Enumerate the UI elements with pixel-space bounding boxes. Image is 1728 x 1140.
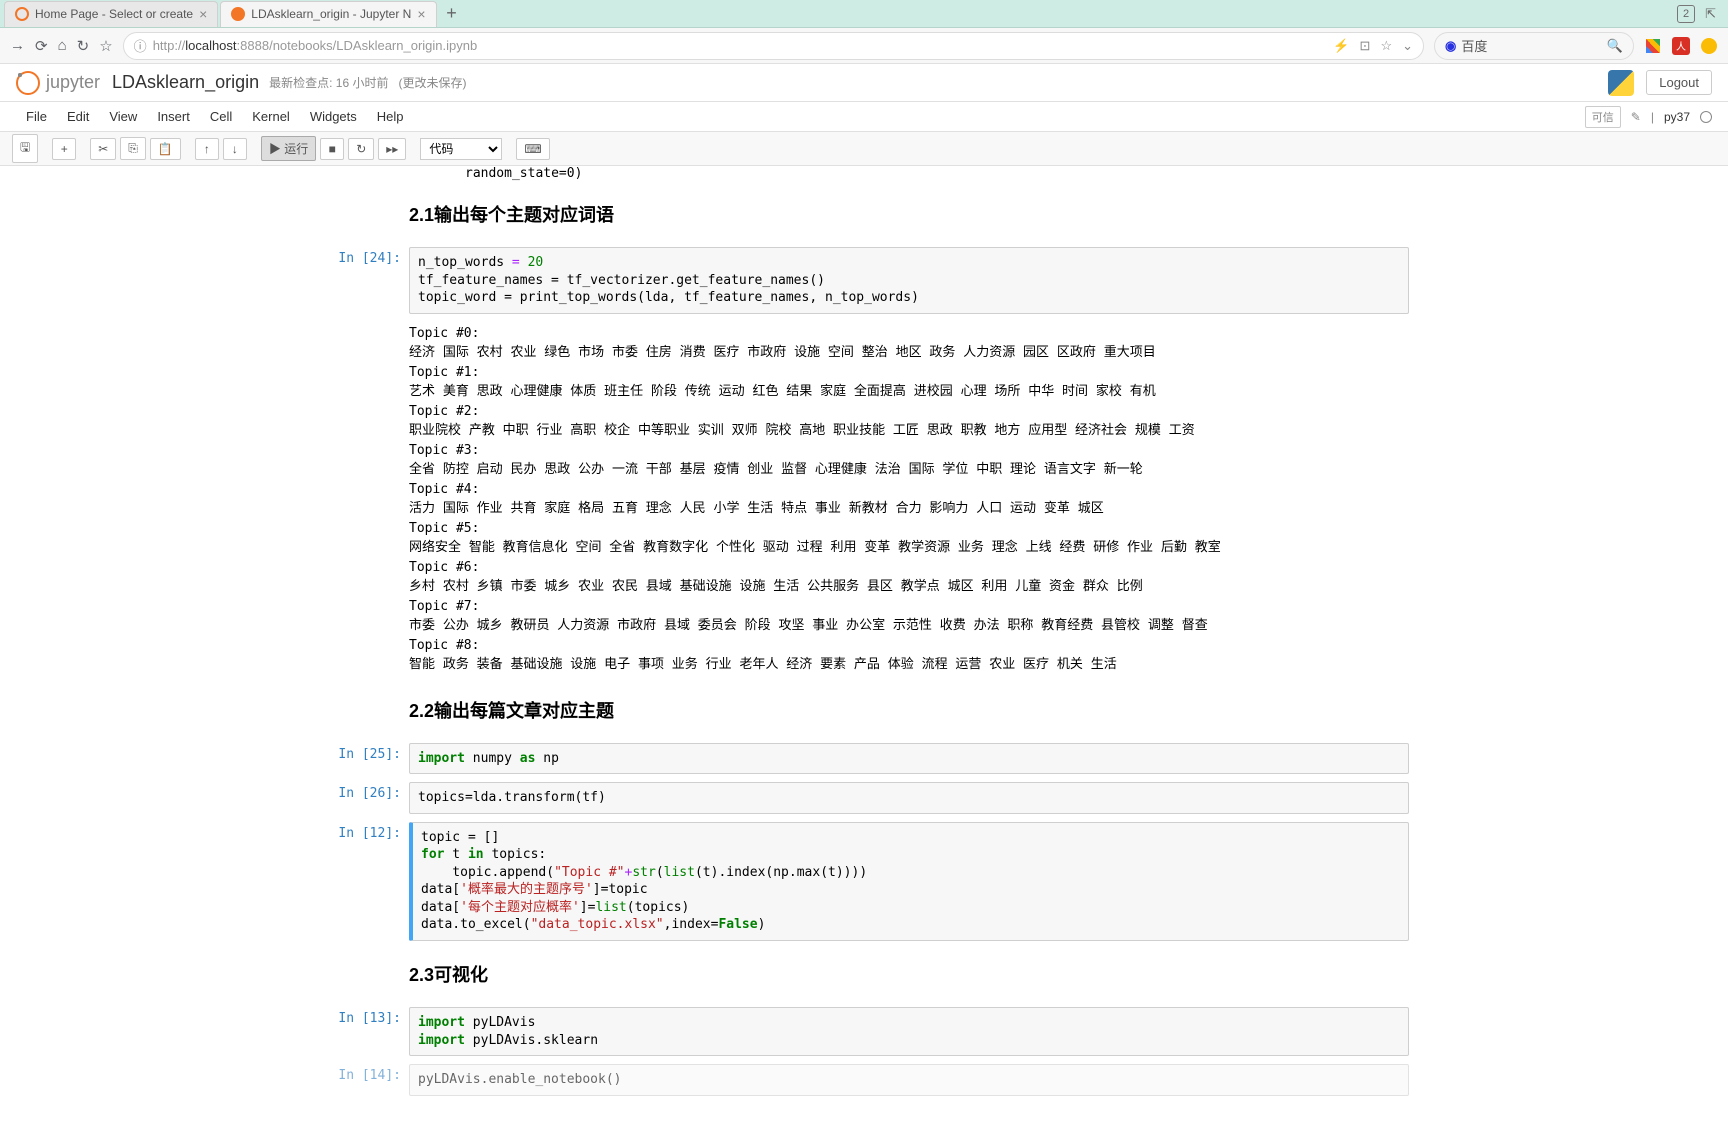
code-cell-24[interactable]: In [24]: n_top_words = 20 tf_feature_nam… [319, 243, 1409, 318]
jupyter-header: jupyter LDAsklearn_origin 最新检查点: 16 小时前 … [0, 64, 1728, 102]
toolbar: 🖫 + ✂ ⎘ 📋 ↑ ↓ ▶ 运行 ■ ↻ ▸▸ 代码 ⌨ [0, 132, 1728, 166]
menu-file[interactable]: File [16, 109, 57, 124]
ext-icon-1[interactable]: 人 [1672, 37, 1690, 55]
checkpoint-text: 最新检查点: 16 小时前 [269, 74, 388, 91]
heading-2-1: 2.1输出每个主题对应词语 [409, 201, 1409, 227]
command-palette-button[interactable]: ⌨ [516, 138, 549, 160]
notebook-favicon [231, 7, 245, 21]
jupyter-logo-text: jupyter [46, 72, 100, 93]
search-icon[interactable]: 🔍 [1607, 38, 1623, 54]
code-input[interactable]: topic = [] for t in topics: topic.append… [409, 822, 1409, 941]
browser-tab-notebook[interactable]: LDAsklearn_origin - Jupyter N × [220, 1, 436, 27]
code-cell-26[interactable]: In [26]: topics=lda.transform(tf) [319, 778, 1409, 818]
search-engine-box[interactable]: ◉ 百度 🔍 [1434, 32, 1634, 60]
celltype-select[interactable]: 代码 [420, 138, 502, 160]
menu-edit[interactable]: Edit [57, 109, 99, 124]
tab-title: Home Page - Select or create [35, 7, 193, 21]
menu-view[interactable]: View [99, 109, 147, 124]
input-prompt: In [24]: [319, 247, 409, 314]
star-icon[interactable]: ☆ [99, 37, 112, 55]
kernel-status-icon [1700, 111, 1712, 123]
url-text: http://localhost:8888/notebooks/LDAsklea… [153, 38, 478, 53]
bookmark-icon[interactable]: ☆ [1380, 38, 1392, 54]
cut-button[interactable]: ✂ [90, 138, 116, 160]
pin-icon[interactable]: ⇱ [1705, 6, 1716, 22]
flash-icon[interactable]: ⚡ [1333, 38, 1349, 54]
code-input[interactable]: import pyLDAvis import pyLDAvis.sklearn [409, 1007, 1409, 1056]
move-up-button[interactable]: ↑ [195, 138, 219, 160]
code-input[interactable]: topics=lda.transform(tf) [409, 782, 1409, 814]
cell-output-24: Topic #0: 经济 国际 农村 农业 绿色 市场 市委 住房 消费 医疗 … [319, 318, 1409, 681]
paste-button[interactable]: 📋 [150, 138, 181, 160]
code-fragment: random_state=0) [319, 166, 1409, 185]
markdown-cell[interactable]: 2.2输出每篇文章对应主题 [319, 681, 1409, 739]
code-input[interactable]: n_top_words = 20 tf_feature_names = tf_v… [409, 247, 1409, 314]
save-button[interactable]: 🖫 [12, 134, 38, 163]
heading-2-2: 2.2输出每篇文章对应主题 [409, 697, 1409, 723]
tab-counter[interactable]: 2 [1677, 5, 1695, 23]
add-cell-button[interactable]: + [52, 138, 76, 160]
browser-tab-home[interactable]: Home Page - Select or create × [4, 1, 218, 27]
search-engine-label: 百度 [1461, 36, 1487, 55]
pencil-icon[interactable]: ✎ [1631, 110, 1641, 124]
apps-icon[interactable] [1644, 37, 1662, 55]
code-cell-12[interactable]: In [12]: topic = [] for t in topics: top… [319, 818, 1409, 945]
info-icon[interactable]: ⓘ [134, 36, 147, 55]
markdown-cell[interactable]: 2.1输出每个主题对应词语 [319, 185, 1409, 243]
ext-icon-2[interactable] [1700, 37, 1718, 55]
close-icon[interactable]: × [417, 6, 425, 22]
menu-kernel[interactable]: Kernel [242, 109, 300, 124]
reader-icon[interactable]: ↻ [77, 37, 90, 55]
menu-insert[interactable]: Insert [147, 109, 200, 124]
run-button[interactable]: ▶ 运行 [261, 136, 316, 161]
menu-help[interactable]: Help [367, 109, 414, 124]
heading-2-3: 2.3可视化 [409, 961, 1409, 987]
code-cell-25[interactable]: In [25]: import numpy as np [319, 739, 1409, 779]
move-down-button[interactable]: ↓ [223, 138, 247, 160]
browser-tab-strip: Home Page - Select or create × LDAsklear… [0, 0, 1728, 28]
restart-button[interactable]: ↻ [348, 138, 374, 160]
markdown-cell[interactable]: 2.3可视化 [319, 945, 1409, 1003]
tab-title: LDAsklearn_origin - Jupyter N [251, 7, 411, 21]
restart-run-button[interactable]: ▸▸ [378, 138, 406, 160]
input-prompt: In [12]: [319, 822, 409, 941]
unsaved-text: (更改未保存) [398, 74, 466, 91]
jupyter-logo[interactable]: jupyter [16, 71, 100, 95]
chevron-down-icon[interactable]: ⌄ [1402, 38, 1413, 54]
input-prompt: In [13]: [319, 1007, 409, 1056]
menu-cell[interactable]: Cell [200, 109, 242, 124]
code-input[interactable]: import numpy as np [409, 743, 1409, 775]
code-cell-13[interactable]: In [13]: import pyLDAvis import pyLDAvis… [319, 1003, 1409, 1060]
menu-widgets[interactable]: Widgets [300, 109, 367, 124]
close-icon[interactable]: × [199, 6, 207, 22]
new-tab-button[interactable]: + [439, 3, 465, 24]
trusted-badge[interactable]: 可信 [1585, 106, 1621, 128]
reload-icon[interactable]: ⟳ [35, 37, 48, 55]
logout-button[interactable]: Logout [1646, 70, 1712, 95]
kernel-name[interactable]: py37 [1664, 110, 1690, 124]
baidu-icon: ◉ [1445, 38, 1456, 54]
input-prompt: In [26]: [319, 782, 409, 814]
copy-button[interactable]: ⎘ [120, 137, 146, 160]
url-input[interactable]: ⓘ http://localhost:8888/notebooks/LDAskl… [123, 32, 1424, 60]
python-icon [1608, 70, 1634, 96]
notebook-area: random_state=0) 2.1输出每个主题对应词语 In [24]: n… [319, 166, 1409, 1140]
home-icon[interactable]: ⌂ [58, 37, 67, 54]
jupyter-logo-icon [16, 71, 40, 95]
jupyter-favicon [15, 7, 29, 21]
interrupt-button[interactable]: ■ [320, 138, 344, 160]
address-bar: → ⟳ ⌂ ↻ ☆ ⓘ http://localhost:8888/notebo… [0, 28, 1728, 64]
fit-icon[interactable]: ⊡ [1360, 38, 1371, 54]
menubar: File Edit View Insert Cell Kernel Widget… [0, 102, 1728, 132]
input-prompt: In [25]: [319, 743, 409, 775]
notebook-title[interactable]: LDAsklearn_origin [112, 72, 259, 93]
forward-icon[interactable]: → [10, 37, 25, 54]
